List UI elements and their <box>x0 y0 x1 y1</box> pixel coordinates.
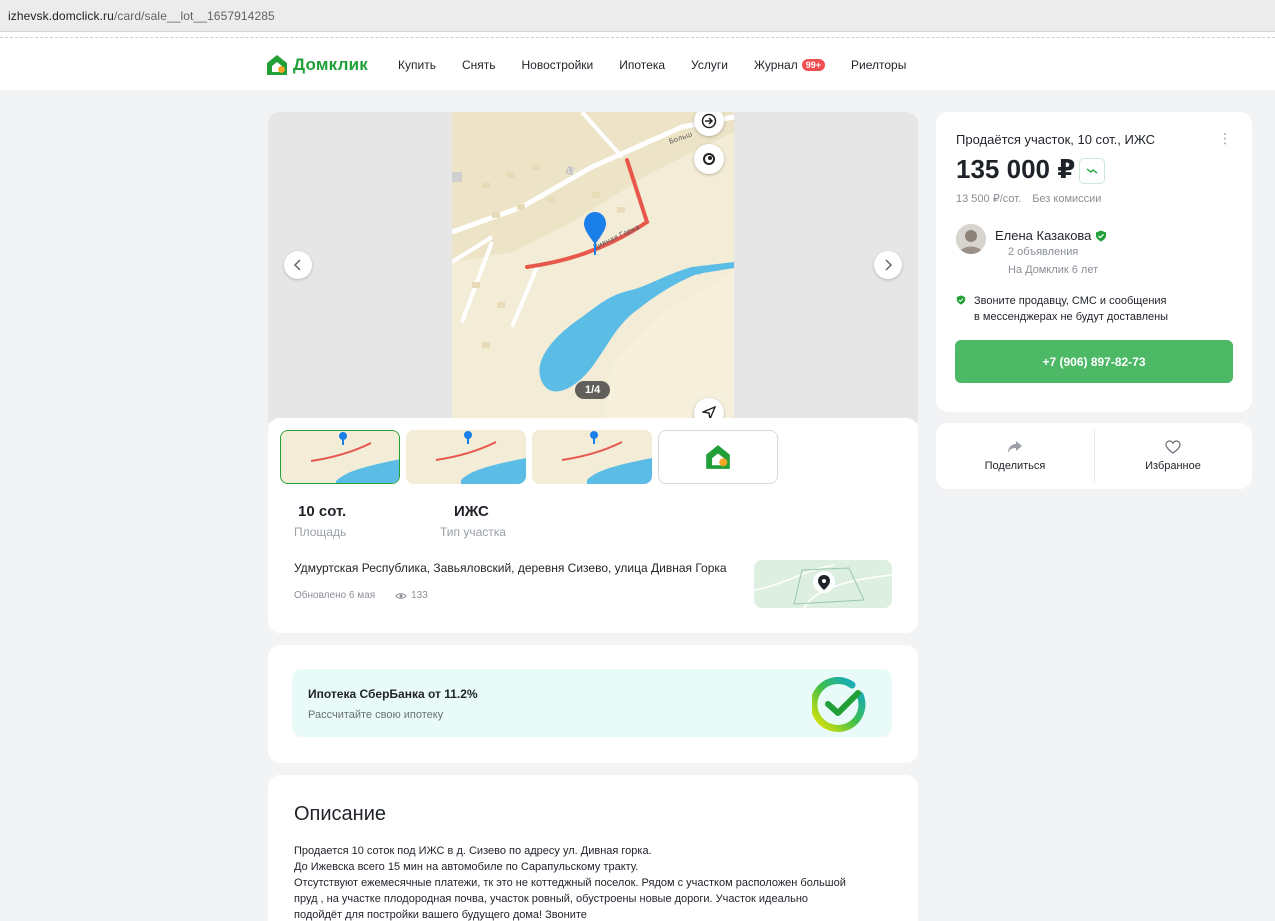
photo-gallery[interactable]: Дивная Горка Больш 13 <box>268 112 918 422</box>
description-text: Продается 10 соток под ИЖС в д. Сизево п… <box>294 843 904 921</box>
description-card: Описание Продается 10 соток под ИЖС в д.… <box>268 775 918 921</box>
share-icon <box>1008 441 1022 453</box>
nav-label: Журнал <box>753 58 798 72</box>
eye-icon <box>395 592 407 599</box>
address: Удмуртская Республика, Завьяловский, дер… <box>294 561 727 575</box>
description-line: Отсутствуют ежемесячные платежи, тк это … <box>294 877 846 889</box>
description-line: подойдёт для постройки вашего будущего д… <box>294 909 587 921</box>
mortgage-title: Ипотека СберБанка от 11.2% <box>308 687 478 701</box>
heart-icon <box>1165 440 1181 454</box>
nav-rent[interactable]: Снять <box>462 58 496 72</box>
seller-name-link[interactable]: Елена Казакова <box>995 228 1107 243</box>
listing-meta: Обновлено 6 мая 133 <box>294 590 428 601</box>
description-title: Описание <box>294 803 387 825</box>
nav-realtors[interactable]: Риелторы <box>851 58 906 72</box>
nav-label: Ипотека <box>619 58 666 72</box>
seller-listings[interactable]: 2 объявления <box>1008 246 1078 258</box>
thumbnail[interactable] <box>280 430 400 484</box>
share-button[interactable]: Поделиться <box>936 423 1094 489</box>
nav-new-buildings[interactable]: Новостройки <box>522 58 594 72</box>
avatar-image <box>956 224 986 254</box>
mortgage-subtitle: Рассчитайте свою ипотеку <box>308 709 444 721</box>
nav-label: Снять <box>461 58 496 72</box>
chevron-right-icon <box>885 259 893 271</box>
notice-line: в мессенджерах не будут доставлены <box>974 311 1169 323</box>
thumbnail-map-image <box>406 430 526 484</box>
map-house-number: 13 <box>567 168 575 175</box>
price-per-unit: 13 500 ₽/сот. <box>956 193 1022 205</box>
commission: Без комиссии <box>1032 193 1102 205</box>
description-line: Продается 10 соток под ИЖС в д. Сизево п… <box>294 845 652 857</box>
domclick-logo-icon <box>706 445 730 469</box>
show-phone-button[interactable]: +7 (906) 897-82-73 <box>955 340 1233 383</box>
mortgage-card: Ипотека СберБанка от 11.2% Рассчитайте с… <box>268 645 918 763</box>
mortgage-banner[interactable]: Ипотека СберБанка от 11.2% Рассчитайте с… <box>292 669 892 737</box>
layers-icon[interactable] <box>694 144 724 174</box>
plot-type-value: ИЖС <box>454 503 489 520</box>
favorite-label: Избранное <box>1145 460 1201 472</box>
thumbnail-map-image <box>281 431 399 483</box>
trend-down-icon <box>1086 168 1098 174</box>
domclick-logo-icon <box>267 55 287 75</box>
more-options-icon[interactable]: ⋮ <box>1218 130 1232 147</box>
gallery-prev-button[interactable] <box>284 251 312 279</box>
actions-card: Поделиться Избранное <box>936 423 1252 489</box>
verified-icon <box>1096 230 1107 241</box>
share-label: Поделиться <box>984 460 1046 472</box>
thumbnail-map-image <box>532 430 652 484</box>
nav-label: Купить <box>398 58 436 72</box>
mini-map[interactable] <box>754 560 892 608</box>
listing-info-card: 10 сот. Площадь ИЖС Тип участка Удмуртск… <box>268 418 918 633</box>
contact-notice: Звоните продавцу, СМС и сообщения в месс… <box>956 293 1168 325</box>
gallery-map-image: Дивная Горка Больш 13 <box>452 112 734 422</box>
gallery-counter: 1/4 <box>575 381 611 399</box>
thumbnail[interactable] <box>406 430 526 484</box>
offer-title: Продаётся участок, 10 сот., ИЖС <box>956 132 1156 147</box>
offer-card: Продаётся участок, 10 сот., ИЖС ⋮ 135 00… <box>936 112 1252 412</box>
area-value: 10 сот. <box>298 503 347 520</box>
browser-address-bar[interactable]: izhevsk.domclick.ru/card/sale__lot__1657… <box>0 0 1275 32</box>
nav-label: Услуги <box>691 58 728 72</box>
description-line: пруд , на участке плодородная почва, уча… <box>294 893 809 905</box>
price: 135 000 ₽ <box>956 154 1076 184</box>
nav-label: Новостройки <box>521 58 594 72</box>
main-nav: Купить Снять Новостройки Ипотека Услуги … <box>398 58 932 72</box>
seller-avatar[interactable] <box>956 224 986 254</box>
site-header: Домклик Купить Снять Новостройки Ипотека… <box>0 38 1275 90</box>
nav-label: Риелторы <box>851 58 907 72</box>
gallery-next-button[interactable] <box>874 251 902 279</box>
price-details: 13 500 ₽/сот. Без комиссии <box>956 192 1101 205</box>
nav-journal[interactable]: Журнал 99+ <box>753 58 826 72</box>
price-history-button[interactable] <box>1079 158 1105 184</box>
mini-map-image <box>754 560 892 608</box>
sberbank-logo-icon <box>812 677 866 732</box>
seller-name: Елена Казакова <box>995 228 1092 243</box>
plot-type-label: Тип участка <box>440 525 506 539</box>
map-illustration: Дивная Горка Больш 13 <box>452 112 734 422</box>
nav-buy[interactable]: Купить <box>398 58 436 72</box>
favorite-button[interactable]: Избранное <box>1094 423 1252 489</box>
shield-check-icon <box>956 295 966 305</box>
seller-since: На Домклик 6 лет <box>1008 264 1099 276</box>
thumbnail-logo[interactable] <box>658 430 778 484</box>
logo-text: Домклик <box>293 55 368 74</box>
description-line: До Ижевска всего 15 мин на автомобиле по… <box>294 861 639 873</box>
journal-badge: 99+ <box>801 59 826 71</box>
area-label: Площадь <box>294 525 347 539</box>
nav-mortgage[interactable]: Ипотека <box>619 58 665 72</box>
thumbnail[interactable] <box>532 430 652 484</box>
views-count: 133 <box>411 590 428 601</box>
notice-line: Звоните продавцу, СМС и сообщения <box>974 295 1167 307</box>
logo[interactable]: Домклик <box>266 54 368 76</box>
chevron-left-icon <box>293 259 301 271</box>
nav-services[interactable]: Услуги <box>691 58 728 72</box>
url-text[interactable]: izhevsk.domclick.ru/card/sale__lot__1657… <box>8 9 275 23</box>
updated-date: Обновлено 6 мая <box>294 590 376 601</box>
